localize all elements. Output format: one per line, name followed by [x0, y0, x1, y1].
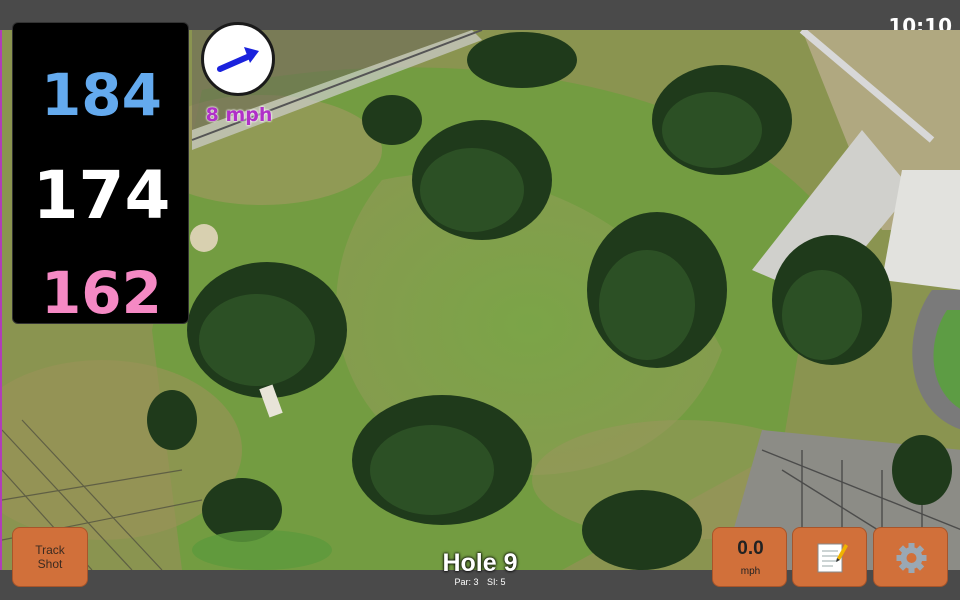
settings-button[interactable]	[873, 527, 948, 587]
track-shot-label-line2: Shot	[37, 557, 63, 571]
hole-title: Hole 9	[442, 549, 518, 577]
distance-middle: 174	[32, 157, 171, 234]
arrow-up-right-icon	[217, 47, 259, 72]
track-shot-button[interactable]: Track Shot	[12, 527, 88, 587]
wind-speed-label: 8 mph	[205, 104, 273, 126]
notepad-icon	[817, 543, 848, 573]
distance-panel: 184 174 162	[12, 22, 189, 327]
hole-meta: Par: 3 SI: 5	[380, 577, 580, 587]
track-shot-label-line1: Track	[35, 543, 65, 557]
gear-icon	[896, 543, 927, 573]
wind-speed-button[interactable]: 0.0 mph	[712, 527, 787, 587]
wind-speed-value: 0.0	[737, 538, 764, 559]
hole-stroke-index: SI: 5	[487, 577, 506, 587]
distance-front: 162	[40, 259, 163, 327]
hole-par: Par: 3	[454, 577, 479, 587]
wind-direction-indicator	[201, 22, 275, 96]
distance-back: 184	[40, 61, 163, 129]
golf-gps-screen: 10:10 184 174 162 8 mph Track Shot Hole …	[0, 0, 960, 600]
notes-button[interactable]	[792, 527, 867, 587]
wind-speed-unit: mph	[740, 566, 761, 577]
